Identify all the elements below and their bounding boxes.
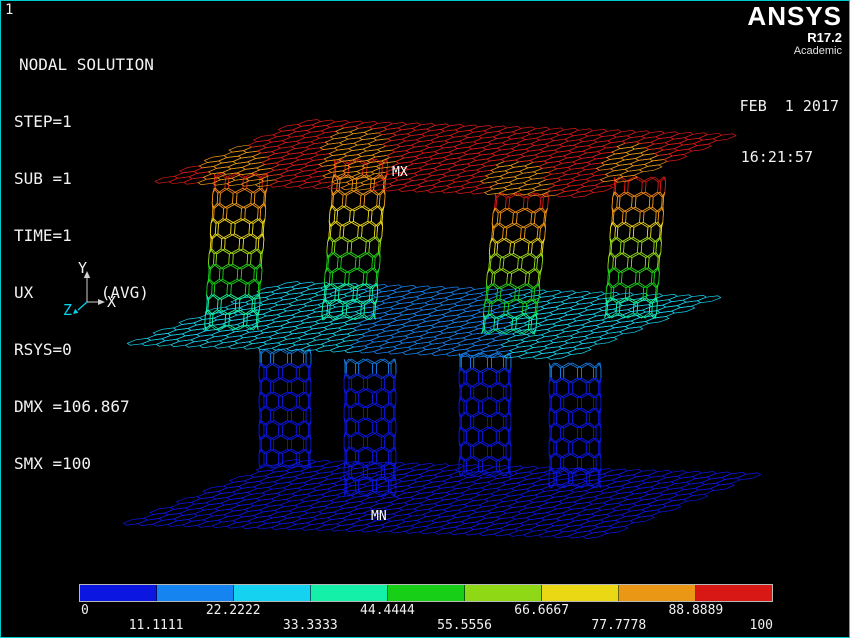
info-line-sub: SUB =1 xyxy=(14,169,154,188)
nanotube-lower-2 xyxy=(344,359,396,496)
legend-tick-label-3: 33.3333 xyxy=(283,618,338,633)
nanotube-lower-1 xyxy=(259,349,311,468)
nanotube-upper-3 xyxy=(482,193,549,334)
legend-band-0 xyxy=(80,585,157,601)
solution-info: NODAL SOLUTION STEP=1 SUB =1 TIME=1 UX (… xyxy=(14,17,154,511)
legend-tick-label-0: 0 xyxy=(81,603,89,618)
legend-band-8 xyxy=(696,585,772,601)
legend-tick-label-8: 88.8889 xyxy=(668,603,723,618)
legend-band-3 xyxy=(311,585,388,601)
legend-tick-label-5: 55.5556 xyxy=(437,618,492,633)
min-value-label: MN xyxy=(371,509,387,524)
nanotube-lower-4 xyxy=(549,363,601,488)
brand-block: ANSYS R17.2 Academic xyxy=(747,3,842,58)
legend-tick-label-2: 22.2222 xyxy=(206,603,261,618)
info-line-smx: SMX =100 xyxy=(14,454,154,473)
legend-tick-label-6: 66.6667 xyxy=(514,603,569,618)
legend-band-4 xyxy=(388,585,465,601)
graphene-sheet-top xyxy=(155,120,736,198)
legend-band-6 xyxy=(542,585,619,601)
nanotube-lower-3 xyxy=(459,353,511,476)
time-label: 16:21:57 xyxy=(740,149,839,166)
ansys-graphics-window[interactable]: Y X Z 1 NODAL SOLUTION STEP=1 SUB =1 TIM… xyxy=(0,0,850,638)
version-label: R17.2 xyxy=(747,30,842,45)
legend-tick-label-9: 100 xyxy=(750,618,773,633)
legend-band-2 xyxy=(234,585,311,601)
max-value-label: MX xyxy=(392,165,408,180)
datetime-block: FEB 1 2017 16:21:57 xyxy=(740,64,839,200)
info-line-ux: UX (AVG) xyxy=(14,283,154,302)
info-line-time: TIME=1 xyxy=(14,226,154,245)
contour-legend-labels: 0 11.1111 22.2222 33.3333 44.4444 55.5556 66.6… xyxy=(79,603,773,635)
window-number: 1 xyxy=(5,2,13,18)
info-line-dmx: DMX =106.867 xyxy=(14,397,154,416)
legend-band-5 xyxy=(465,585,542,601)
legend-tick-label-4: 44.4444 xyxy=(360,603,415,618)
legend-tick-label-1: 11.1111 xyxy=(129,618,184,633)
ansys-logo: ANSYS xyxy=(747,3,842,30)
solution-title: NODAL SOLUTION xyxy=(19,55,154,74)
contour-colorbar xyxy=(79,584,773,602)
info-line-rsys: RSYS=0 xyxy=(14,340,154,359)
legend-tick-label-7: 77.7778 xyxy=(591,618,646,633)
graphene-sheet-bottom xyxy=(123,459,760,538)
legend-band-1 xyxy=(157,585,234,601)
graphene-sheet-middle xyxy=(127,282,720,360)
date-label: FEB 1 2017 xyxy=(740,98,839,115)
legend-band-7 xyxy=(619,585,696,601)
edition-label: Academic xyxy=(747,45,842,58)
info-line-step: STEP=1 xyxy=(14,112,154,131)
